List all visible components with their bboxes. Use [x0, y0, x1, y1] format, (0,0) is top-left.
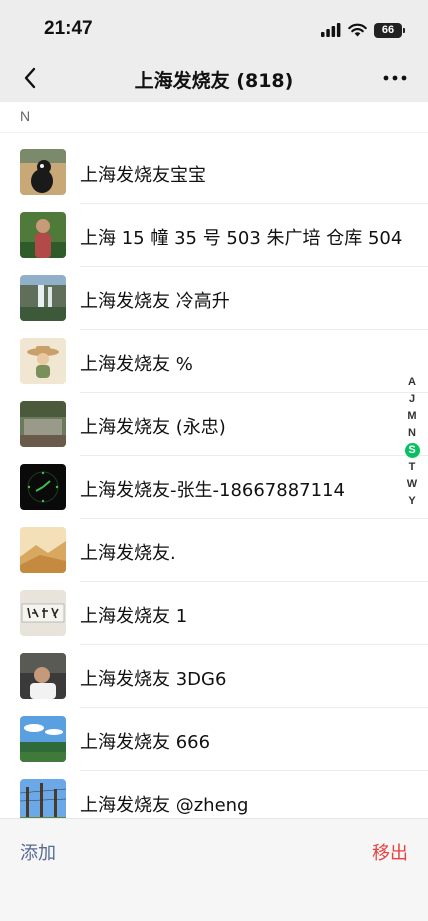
alphabet-index[interactable]: A J M N S T W Y — [402, 374, 422, 510]
member-name: 上海 15 幢 35 号 503 朱广培 仓库 504 — [80, 228, 403, 249]
section-header: N — [0, 102, 428, 133]
remove-member-button[interactable]: 移出 — [372, 839, 408, 865]
member-list: 上海发烧友宝宝 上海 15 幢 35 号 503 朱广培 仓库 504 上海发烧… — [0, 141, 428, 834]
more-icon — [383, 75, 407, 81]
index-letter-j[interactable]: J — [404, 391, 420, 408]
member-name: 上海发烧友 % — [80, 354, 193, 375]
section-letter: N — [20, 108, 31, 124]
index-letter-t[interactable]: T — [404, 459, 420, 476]
avatar — [20, 527, 66, 573]
index-letter-m[interactable]: M — [404, 408, 420, 425]
bottom-action-bar: 添加 移出 — [0, 818, 428, 921]
member-row[interactable]: 上海发烧友 (永忠) — [0, 393, 428, 456]
member-row[interactable]: 上海发烧友. — [0, 519, 428, 582]
member-name: 上海发烧友 666 — [80, 732, 211, 753]
status-bar: 21:47 66 — [0, 0, 428, 56]
member-row[interactable]: 上海 15 幢 35 号 503 朱广培 仓库 504 — [0, 204, 428, 267]
member-row[interactable]: 上海发烧友-张生-18667887114 — [0, 456, 428, 519]
member-name: 上海发烧友-张生-18667887114 — [80, 480, 345, 501]
avatar — [20, 338, 66, 384]
member-name: 上海发烧友 3DG6 — [80, 669, 227, 690]
page-title: 上海发烧友 (818) — [134, 70, 294, 92]
member-name: 上海发烧友宝宝 — [80, 165, 206, 186]
wifi-icon — [348, 23, 367, 37]
avatar — [20, 590, 66, 636]
avatar — [20, 464, 66, 510]
nav-bar: 上海发烧友 (818) — [0, 56, 428, 102]
member-name: 上海发烧友. — [80, 543, 176, 564]
member-name: 上海发烧友 @zheng — [80, 795, 249, 816]
member-row[interactable]: 上海发烧友 666 — [0, 708, 428, 771]
status-time: 21:47 — [44, 18, 93, 39]
index-letter-n[interactable]: N — [404, 425, 420, 442]
avatar — [20, 716, 66, 762]
member-row[interactable]: 上海发烧友 % — [0, 330, 428, 393]
member-name: 上海发烧友 冷高升 — [80, 291, 230, 312]
index-letter-s-active[interactable]: S — [404, 443, 420, 458]
member-row[interactable]: 上海发烧友 冷高升 — [0, 267, 428, 330]
member-row[interactable]: 上海发烧友宝宝 — [0, 141, 428, 204]
index-letter-w[interactable]: W — [404, 476, 420, 493]
index-letter-a[interactable]: A — [404, 374, 420, 391]
member-name: 上海发烧友 1 — [80, 606, 188, 627]
index-letter-y[interactable]: Y — [404, 493, 420, 510]
avatar — [20, 401, 66, 447]
avatar — [20, 212, 66, 258]
avatar — [20, 275, 66, 321]
battery-icon: 66 — [374, 22, 405, 38]
status-icons: 66 — [321, 20, 405, 40]
avatar — [20, 149, 66, 195]
member-name: 上海发烧友 (永忠) — [80, 417, 226, 438]
more-button[interactable] — [378, 62, 412, 94]
avatar — [20, 653, 66, 699]
member-row[interactable]: 上海发烧友 3DG6 — [0, 645, 428, 708]
member-row[interactable]: 上海发烧友 1 — [0, 582, 428, 645]
add-member-button[interactable]: 添加 — [20, 839, 56, 865]
signal-icon — [321, 23, 341, 37]
